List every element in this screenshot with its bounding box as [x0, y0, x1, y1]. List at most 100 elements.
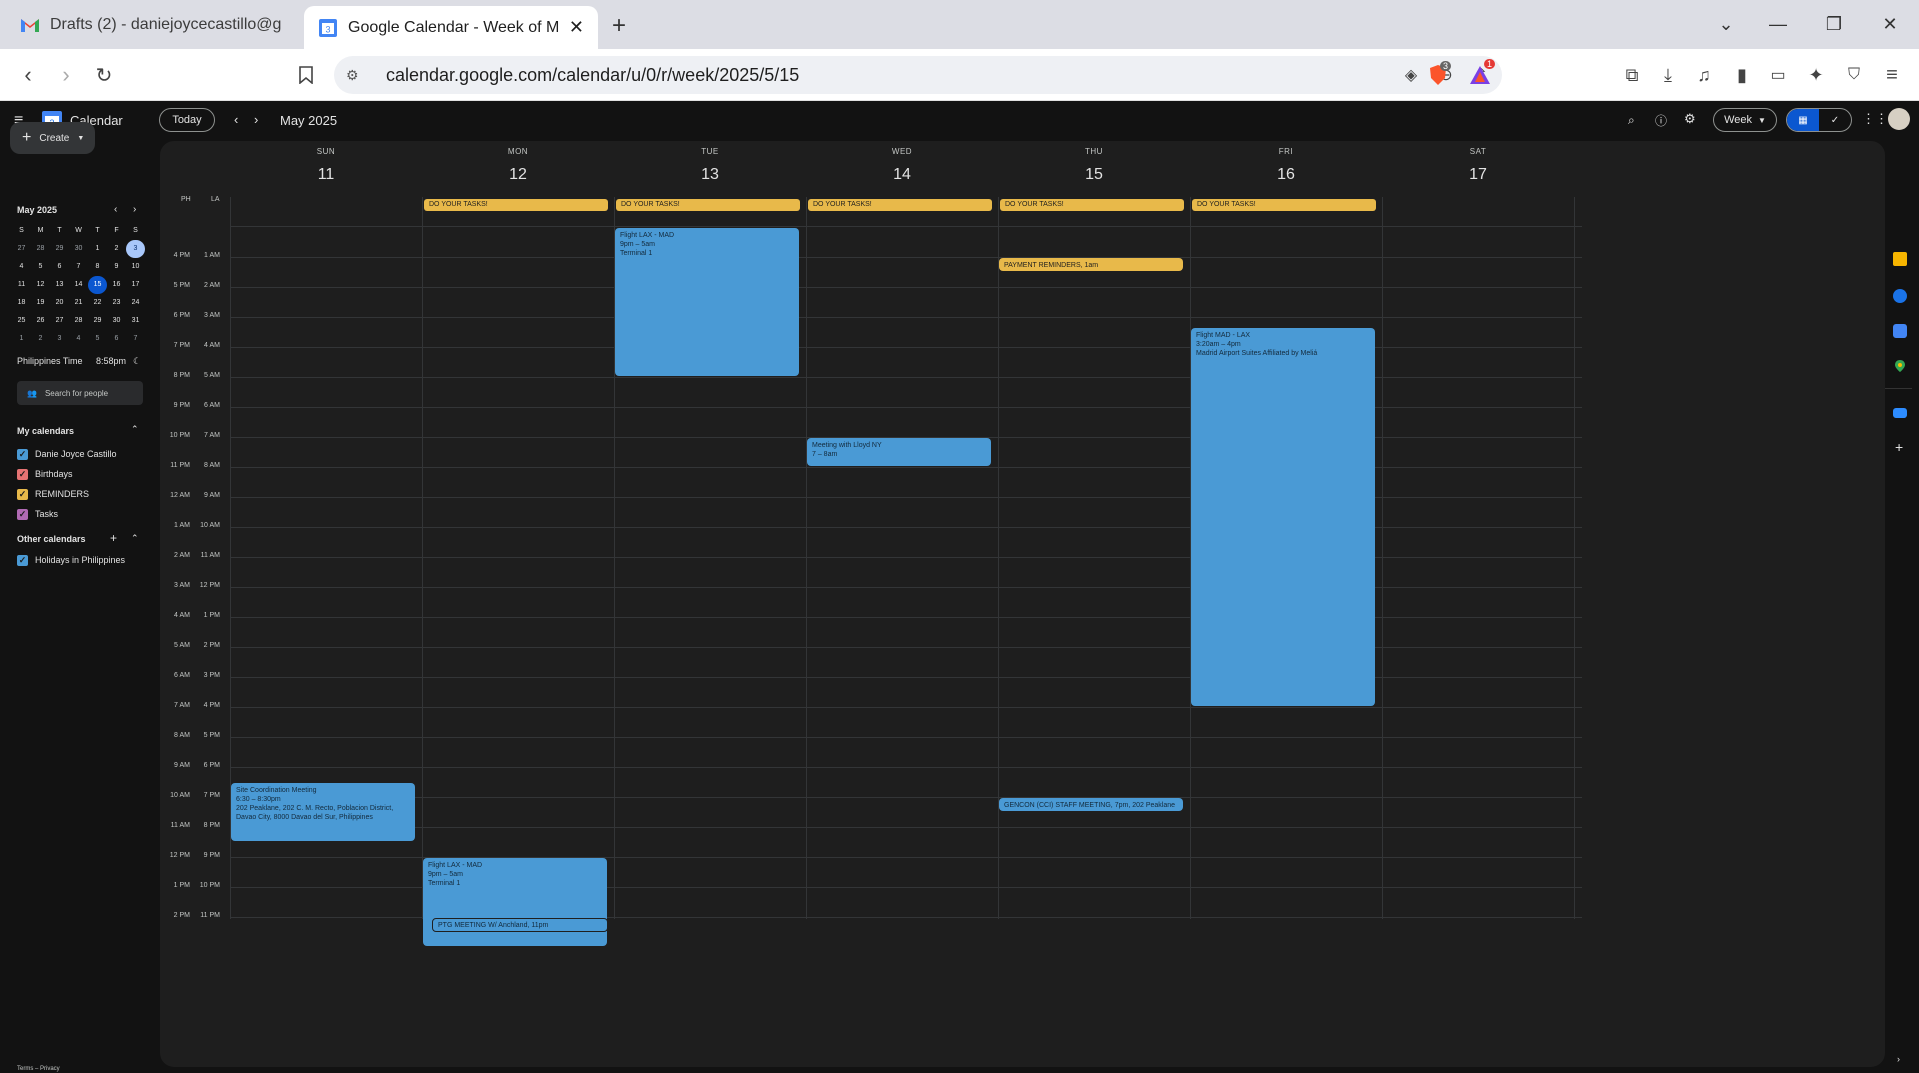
mini-day[interactable]: 27	[12, 240, 31, 258]
address-bar[interactable]: ⚙ calendar.google.com/calendar/u/0/r/wee…	[334, 56, 1502, 94]
leo-ai-icon[interactable]: ✦	[1798, 49, 1834, 101]
calendar-event[interactable]: Meeting with Lloyd NY 7 – 8am	[807, 438, 991, 466]
site-settings-icon[interactable]: ⚙	[346, 67, 370, 84]
mini-day[interactable]: 18	[12, 294, 31, 312]
mini-day[interactable]: 4	[69, 330, 88, 348]
mini-day[interactable]: 26	[31, 312, 50, 330]
reader-icon[interactable]: ◈	[1405, 65, 1417, 85]
mini-day[interactable]: 7	[126, 330, 145, 348]
tab-calendar[interactable]: 3 Google Calendar - Week of Ma ✕	[304, 6, 598, 49]
mini-day[interactable]: 6	[50, 258, 69, 276]
maps-icon[interactable]	[1893, 359, 1907, 373]
calendar-event[interactable]: Flight LAX - MAD 9pm – 5am Terminal 1	[615, 228, 799, 376]
mini-day[interactable]: 15	[88, 276, 107, 294]
calendar-item[interactable]: ✓ REMINDERS	[17, 484, 147, 504]
get-addons-icon[interactable]: +	[1895, 439, 1903, 455]
music-icon[interactable]: ♫	[1686, 49, 1722, 101]
brave-shield-icon[interactable]: 3	[1420, 49, 1456, 101]
checkbox-icon[interactable]: ✓	[17, 508, 28, 520]
mini-day[interactable]: 29	[88, 312, 107, 330]
day-header[interactable]: SAT 17	[1382, 147, 1574, 184]
calendar-event[interactable]: Flight LAX - MAD 9pm – 5am Terminal 1	[423, 858, 607, 946]
calendar-item[interactable]: ✓ Birthdays	[17, 464, 147, 484]
restore-icon[interactable]: ❐	[1806, 0, 1862, 49]
mini-day[interactable]: 19	[31, 294, 50, 312]
calendar-item[interactable]: ✓ Holidays in Philippines	[17, 550, 147, 570]
avatar[interactable]	[1888, 108, 1910, 130]
calendar-event[interactable]: GENCON (CCI) STAFF MEETING, 7pm, 202 Pea…	[999, 798, 1183, 811]
day-header[interactable]: WED 14	[806, 147, 998, 184]
next-week-icon[interactable]: ›	[254, 112, 258, 127]
tasks-icon[interactable]	[1893, 289, 1907, 303]
allday-event[interactable]: DO YOUR TASKS!	[1000, 199, 1184, 211]
calendar-event[interactable]: Flight MAD - LAX 3:20am – 4pm Madrid Airpo…	[1191, 327, 1375, 706]
checkbox-icon[interactable]: ✓	[17, 554, 28, 566]
view-select[interactable]: Week ▼	[1713, 108, 1777, 132]
collapse-icon[interactable]: ⌃	[131, 533, 139, 544]
mini-day[interactable]: 8	[88, 258, 107, 276]
mini-day[interactable]: 1	[12, 330, 31, 348]
close-window-icon[interactable]: ✕	[1862, 0, 1918, 49]
mini-day[interactable]: 11	[12, 276, 31, 294]
mini-day[interactable]: 17	[126, 276, 145, 294]
allday-event[interactable]: DO YOUR TASKS!	[616, 199, 800, 211]
brave-rewards-icon[interactable]: 1	[1462, 49, 1498, 101]
bookmark-icon[interactable]	[286, 49, 326, 101]
mini-day[interactable]: 9	[107, 258, 126, 276]
wallet-icon[interactable]: ▭	[1760, 49, 1796, 101]
search-people-input[interactable]: 👥 Search for people	[17, 381, 143, 405]
back-icon[interactable]: ‹	[8, 49, 48, 101]
day-header[interactable]: THU 15	[998, 147, 1190, 184]
reload-icon[interactable]: ↻	[84, 49, 124, 101]
create-button[interactable]: + Create ▼	[10, 122, 95, 154]
settings-icon[interactable]: ⚙	[1684, 111, 1696, 127]
mini-day[interactable]: 28	[69, 312, 88, 330]
mini-next-icon[interactable]: ›	[133, 204, 136, 215]
checkbox-icon[interactable]: ✓	[17, 448, 28, 460]
mini-day[interactable]: 12	[31, 276, 50, 294]
mini-day[interactable]: 13	[50, 276, 69, 294]
sidebar-toggle-icon[interactable]: ▮	[1724, 49, 1760, 101]
extensions-icon[interactable]: ⧉	[1614, 49, 1650, 101]
mini-day[interactable]: 22	[88, 294, 107, 312]
new-tab-icon[interactable]: +	[612, 12, 626, 40]
minimize-icon[interactable]: —	[1750, 0, 1806, 49]
mini-day[interactable]: 5	[88, 330, 107, 348]
allday-event[interactable]: DO YOUR TASKS!	[808, 199, 992, 211]
day-header[interactable]: FRI 16	[1190, 147, 1382, 184]
mini-day[interactable]: 4	[12, 258, 31, 276]
add-calendar-icon[interactable]: +	[110, 531, 117, 545]
prev-week-icon[interactable]: ‹	[234, 112, 238, 127]
tab-list-icon[interactable]: ⌄	[1698, 0, 1754, 49]
mini-day[interactable]: 28	[31, 240, 50, 258]
day-header[interactable]: TUE 13	[614, 147, 806, 184]
mini-day[interactable]: 3	[126, 240, 145, 258]
mini-day[interactable]: 3	[50, 330, 69, 348]
download-icon[interactable]: ⤓	[1650, 49, 1686, 101]
forward-icon[interactable]: ›	[46, 49, 86, 101]
terms-privacy-link[interactable]: Terms – Privacy	[17, 1066, 60, 1072]
menu-icon[interactable]: ≡	[1874, 49, 1910, 101]
search-icon[interactable]: ⌕	[1628, 113, 1635, 128]
collapse-icon[interactable]: ⌃	[131, 424, 139, 435]
mini-day[interactable]: 14	[69, 276, 88, 294]
today-button[interactable]: Today	[159, 108, 215, 132]
allday-event[interactable]: DO YOUR TASKS!	[424, 199, 608, 211]
mini-day[interactable]: 25	[12, 312, 31, 330]
mini-day[interactable]: 27	[50, 312, 69, 330]
mini-day[interactable]: 23	[107, 294, 126, 312]
mini-day[interactable]: 16	[107, 276, 126, 294]
calendar-item[interactable]: ✓ Tasks	[17, 504, 147, 524]
mini-day[interactable]: 30	[69, 240, 88, 258]
vpn-icon[interactable]: ⛉	[1836, 49, 1872, 101]
day-header[interactable]: SUN 11	[230, 147, 422, 184]
mini-day[interactable]: 7	[69, 258, 88, 276]
mini-day[interactable]: 10	[126, 258, 145, 276]
zoom-icon[interactable]	[1893, 408, 1907, 418]
keep-icon[interactable]	[1893, 252, 1907, 266]
mini-day[interactable]: 6	[107, 330, 126, 348]
mini-day[interactable]: 30	[107, 312, 126, 330]
calendar-mode-icon[interactable]: ▦	[1787, 109, 1819, 131]
mini-day[interactable]: 21	[69, 294, 88, 312]
close-tab-icon[interactable]: ✕	[569, 17, 584, 38]
